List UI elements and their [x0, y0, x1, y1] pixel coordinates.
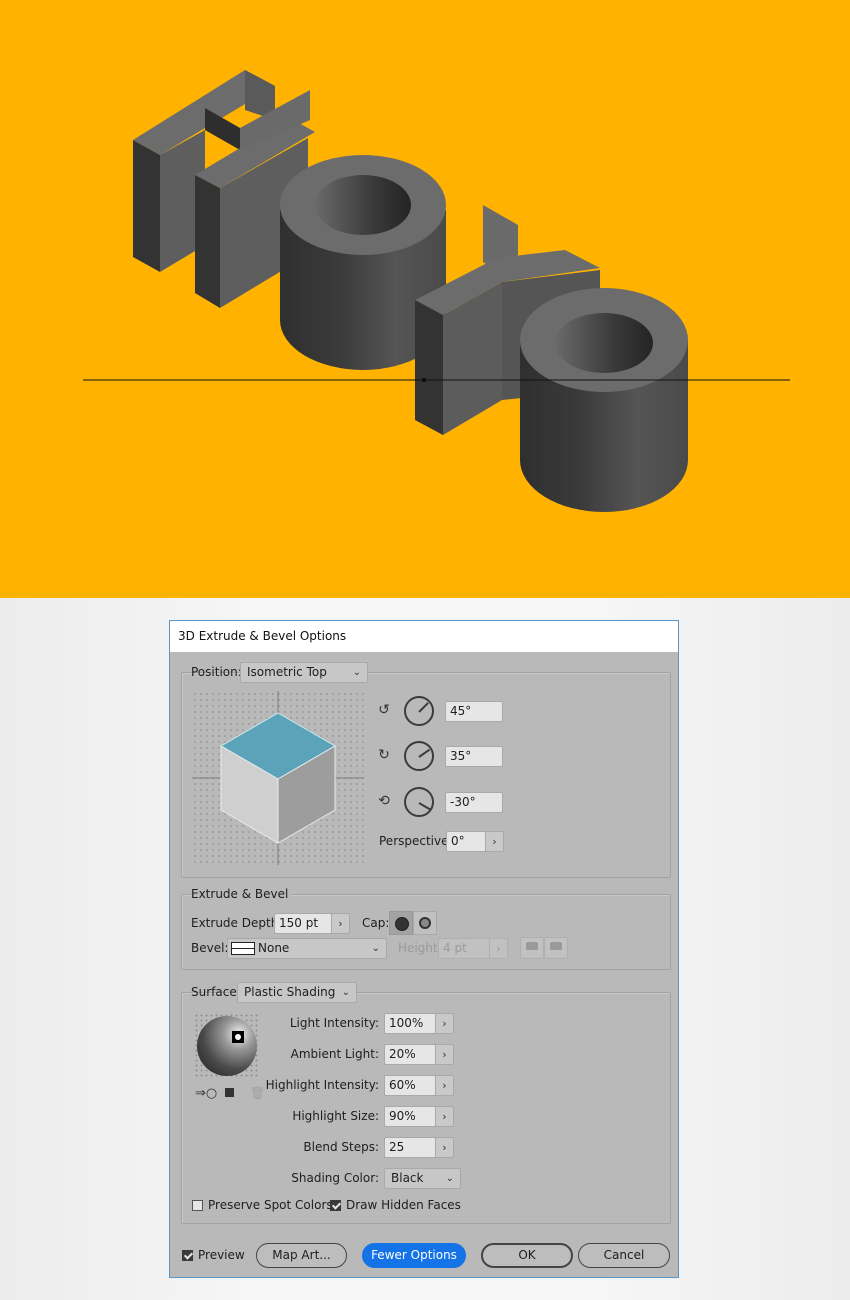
light-intensity-label: Light Intensity:	[289, 1016, 379, 1030]
blend-steps-label: Blend Steps:	[303, 1140, 379, 1154]
map-art-button[interactable]: Map Art...	[256, 1243, 347, 1268]
cap-on-button[interactable]	[389, 911, 413, 935]
preview-label: Preview	[198, 1248, 245, 1262]
preserve-spot-colors-label: Preserve Spot Colors	[208, 1198, 333, 1212]
rotate-z-dial[interactable]	[404, 787, 434, 817]
highlight-intensity-slider-button[interactable]: ›	[435, 1075, 454, 1096]
rotate-y-axis-icon: ↻	[378, 747, 390, 763]
cancel-button[interactable]: Cancel	[578, 1243, 670, 1268]
shading-color-label: Shading Color:	[291, 1171, 379, 1185]
highlight-intensity-label: Highlight Intensity:	[265, 1078, 379, 1092]
rotate-x-axis-icon: ↺	[378, 702, 390, 718]
bevel-dropdown[interactable]: None ⌄	[227, 938, 387, 959]
bevel-swatch-icon	[231, 942, 255, 955]
extrude-depth-slider-button[interactable]: ›	[331, 913, 350, 934]
shading-color-value: Black	[391, 1171, 424, 1185]
ambient-light-label: Ambient Light:	[290, 1047, 379, 1061]
height-field: 4 pt	[438, 938, 490, 959]
perspective-field[interactable]: 0°	[446, 831, 486, 852]
preserve-spot-colors-checkbox[interactable]	[192, 1200, 203, 1211]
rotate-z-axis-icon: ⟲	[378, 793, 390, 809]
ok-button[interactable]: OK	[481, 1243, 573, 1268]
rotation-track-cube[interactable]	[192, 691, 364, 865]
bevel-in-icon	[550, 942, 562, 950]
height-label: Height:	[398, 941, 442, 955]
artboard	[0, 0, 850, 598]
chevron-down-icon: ⌄	[341, 987, 350, 998]
position-label: Position:	[191, 665, 242, 679]
highlight-size-slider-button[interactable]: ›	[435, 1106, 454, 1127]
draw-hidden-faces-checkbox[interactable]	[330, 1200, 341, 1211]
cap-on-icon	[395, 917, 409, 931]
ambient-light-field[interactable]: 20%	[384, 1044, 436, 1065]
blend-steps-field[interactable]: 25	[384, 1137, 436, 1158]
3d-extrude-bevel-dialog: 3D Extrude & Bevel Options Position: Iso…	[169, 620, 679, 1278]
rotate-x-dial[interactable]	[404, 696, 434, 726]
blend-steps-slider-button[interactable]: ›	[435, 1137, 454, 1158]
lighting-sphere-area[interactable]	[194, 1013, 260, 1079]
fewer-options-button[interactable]: Fewer Options	[362, 1243, 466, 1268]
chevron-down-icon: ⌄	[352, 667, 361, 678]
lighting-sphere	[197, 1016, 257, 1076]
anchor-point	[422, 378, 426, 382]
cap-off-button[interactable]	[413, 911, 437, 935]
chevron-down-icon: ⌄	[445, 1173, 454, 1184]
extrude-bevel-heading: Extrude & Bevel	[191, 887, 292, 901]
bevel-label: Bevel:	[191, 941, 229, 955]
position-value: Isometric Top	[247, 665, 327, 679]
position-dropdown[interactable]: Isometric Top ⌄	[240, 662, 368, 683]
bevel-out-icon	[526, 942, 538, 950]
delete-light-icon: 🗑	[250, 1086, 266, 1100]
surface-value: Plastic Shading	[244, 985, 336, 999]
bevel-extent-out-button	[520, 937, 544, 959]
rotate-y-field[interactable]: 35°	[445, 746, 503, 767]
highlight-size-field[interactable]: 90%	[384, 1106, 436, 1127]
bevel-value: None	[258, 941, 290, 955]
perspective-slider-button[interactable]: ›	[485, 831, 504, 852]
light-intensity-field[interactable]: 100%	[384, 1013, 436, 1034]
rotate-z-field[interactable]: -30°	[445, 792, 503, 813]
dialog-title: 3D Extrude & Bevel Options	[170, 621, 678, 652]
highlight-intensity-field[interactable]: 60%	[384, 1075, 436, 1096]
surface-label: Surface:	[191, 985, 241, 999]
cap-off-icon	[419, 917, 431, 929]
surface-dropdown[interactable]: Plastic Shading ⌄	[237, 982, 357, 1003]
letter-o-2	[520, 288, 688, 512]
move-light-back-icon[interactable]: ⇒○	[195, 1086, 217, 1101]
perspective-label: Perspective:	[379, 834, 453, 848]
highlight-size-label: Highlight Size:	[292, 1109, 379, 1123]
rotate-x-field[interactable]: 45°	[445, 701, 503, 722]
shading-color-dropdown[interactable]: Black ⌄	[384, 1168, 461, 1189]
bevel-extent-in-button	[544, 937, 568, 959]
rotate-y-dial[interactable]	[404, 741, 434, 771]
ambient-light-slider-button[interactable]: ›	[435, 1044, 454, 1065]
extrude-depth-field[interactable]: 150 pt	[274, 913, 332, 934]
new-light-icon[interactable]	[225, 1088, 234, 1097]
draw-hidden-faces-label: Draw Hidden Faces	[346, 1198, 461, 1212]
cap-label: Cap:	[362, 916, 390, 930]
chevron-down-icon: ⌄	[371, 943, 380, 954]
preview-checkbox[interactable]	[182, 1250, 193, 1261]
light-source-handle[interactable]	[232, 1031, 244, 1043]
height-slider-button: ›	[489, 938, 508, 959]
extrude-depth-label: Extrude Depth:	[191, 916, 283, 930]
hoyo-3d-artwork	[83, 70, 790, 512]
light-intensity-slider-button[interactable]: ›	[435, 1013, 454, 1034]
